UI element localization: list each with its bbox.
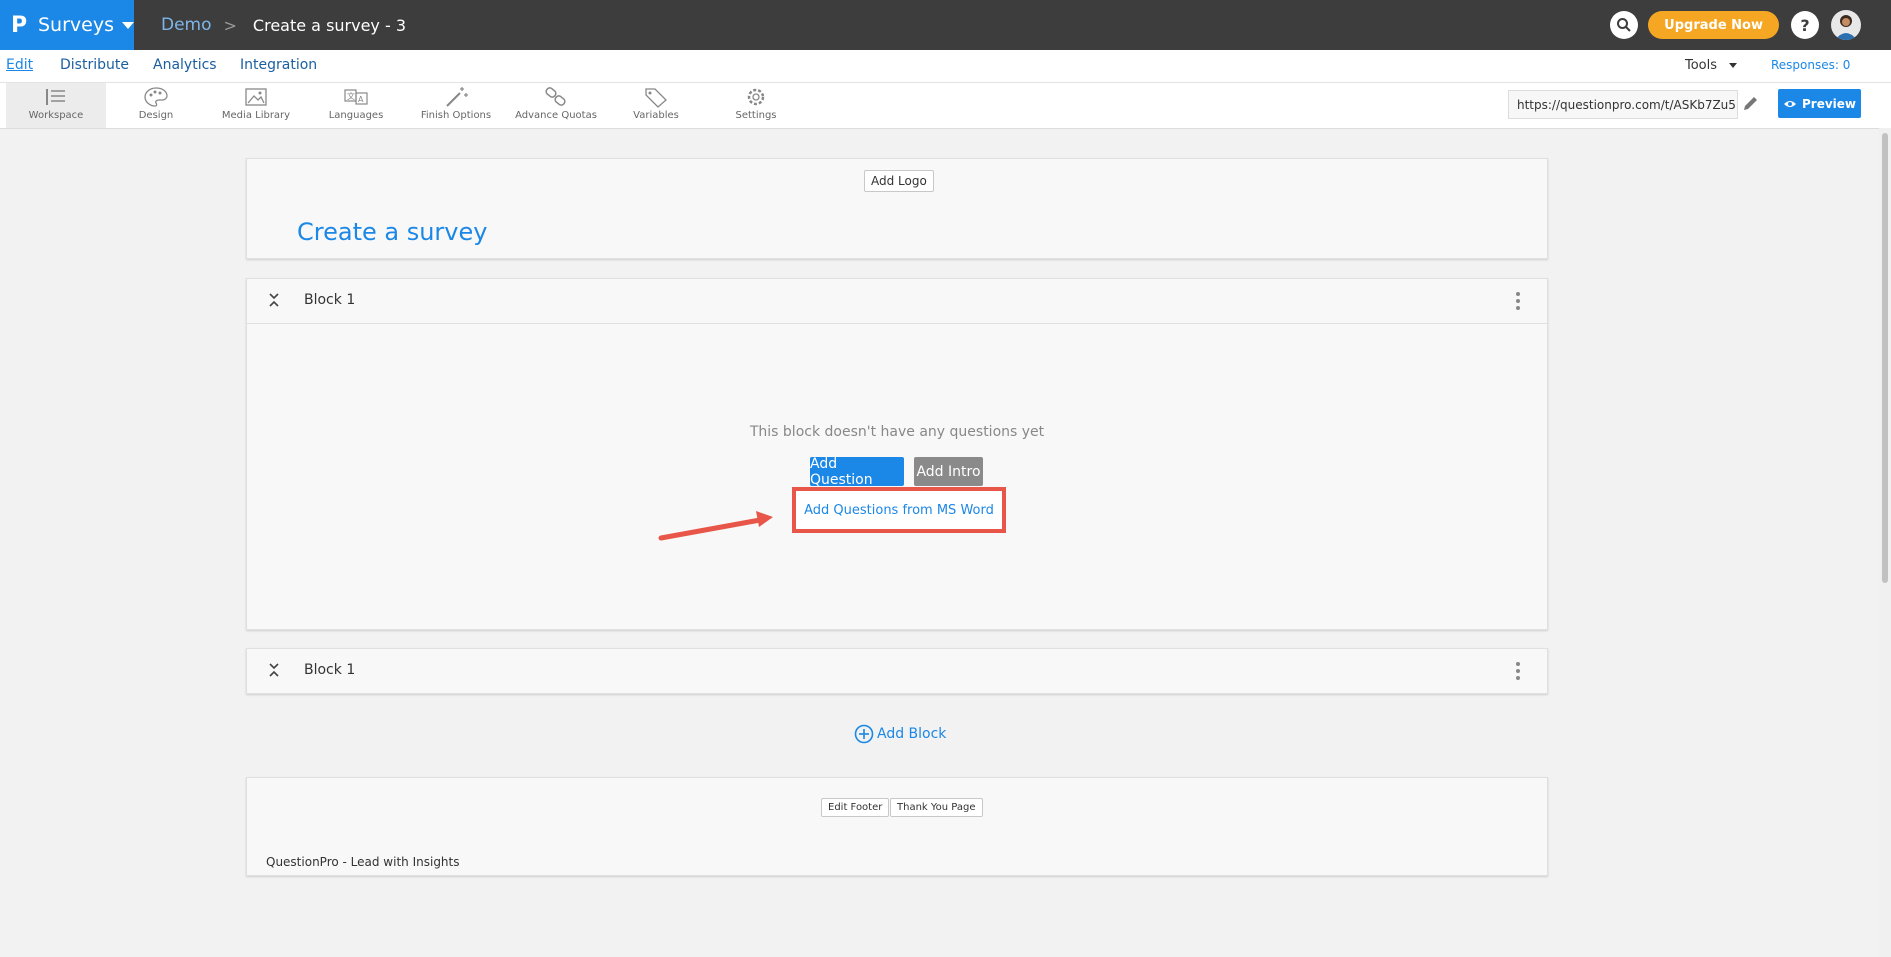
caret-down-icon [1729, 63, 1738, 68]
thank-you-page-button[interactable]: Thank You Page [890, 798, 983, 817]
search-icon [1617, 18, 1631, 32]
caret-down-icon [122, 21, 134, 29]
block-card: Block 1 This block doesn't have any ques… [246, 278, 1548, 630]
link-icon [545, 87, 566, 106]
toolbar-advance-quotas[interactable]: Advance Quotas [506, 83, 606, 128]
survey-url-field[interactable]: https://questionpro.com/t/ASKb7Zu5 [1508, 90, 1738, 119]
add-intro-button[interactable]: Add Intro [914, 457, 983, 486]
breadcrumb: Demo > Create a survey - 3 [161, 0, 406, 50]
help-button[interactable]: ? [1791, 11, 1819, 39]
tools-label: Tools [1685, 58, 1718, 73]
magic-wand-icon [446, 87, 468, 107]
palette-icon [144, 87, 168, 107]
questionpro-logo: P [10, 12, 28, 38]
product-switcher[interactable]: P Surveys [0, 0, 134, 50]
toolbar-workspace[interactable]: Workspace [6, 83, 106, 128]
search-button[interactable] [1610, 11, 1639, 39]
block-header[interactable]: Block 1 [247, 279, 1547, 324]
add-block-button[interactable]: Add Block [854, 724, 946, 744]
breadcrumb-home[interactable]: Demo [161, 15, 212, 35]
annotation-arrow-icon [658, 511, 773, 541]
image-icon [245, 88, 267, 106]
top-bar: P Surveys Demo > Create a survey - 3 Upg… [0, 0, 1891, 50]
toolbar-design[interactable]: Design [106, 83, 206, 128]
preview-button[interactable]: Preview [1778, 89, 1861, 118]
toolbar-label: Advance Quotas [515, 110, 597, 121]
svg-text:A: A [358, 95, 364, 104]
page-scrollbar[interactable] [1879, 128, 1891, 957]
block-header[interactable]: Block 1 [247, 649, 1547, 693]
collapse-icon[interactable] [267, 661, 281, 679]
more-options-icon[interactable] [1515, 661, 1521, 681]
plus-circle-icon [854, 724, 874, 744]
add-block-label: Add Block [877, 726, 947, 742]
toolbar-label: Workspace [28, 110, 84, 121]
toolbar-label: Media Library [221, 110, 291, 121]
tab-edit[interactable]: Edit [6, 57, 33, 73]
user-avatar-icon [1835, 15, 1857, 40]
toolbar-languages[interactable]: 文 A Languages [306, 83, 406, 128]
scrollbar-thumb[interactable] [1882, 133, 1888, 583]
workspace-icon [46, 89, 65, 105]
tag-icon [645, 88, 667, 108]
survey-name: Create a survey - 3 [252, 15, 407, 35]
preview-label: Preview [1801, 96, 1856, 111]
add-questions-from-ms-word-button[interactable]: Add Questions from MS Word [792, 487, 1006, 533]
survey-footer-card: Edit Footer Thank You Page QuestionPro -… [246, 777, 1548, 876]
toolbar-finish-options[interactable]: Finish Options [406, 83, 506, 128]
block-name: Block 1 [304, 292, 356, 308]
toolbar-settings[interactable]: Settings [706, 83, 806, 128]
toolbar-label: Finish Options [420, 110, 492, 121]
eye-icon [1783, 100, 1796, 107]
footer-text: QuestionPro - Lead with Insights [266, 855, 460, 869]
toolbar-label: Languages [328, 110, 384, 121]
svg-text:文: 文 [347, 91, 355, 101]
tools-dropdown[interactable]: Tools [1685, 58, 1738, 73]
breadcrumb-separator: > [223, 15, 237, 35]
pencil-icon[interactable] [1741, 93, 1761, 113]
edit-footer-button[interactable]: Edit Footer [821, 798, 890, 817]
gear-icon [747, 88, 765, 106]
survey-title[interactable]: Create a survey [297, 218, 487, 246]
secondary-nav: Edit Distribute Analytics Integration To… [0, 50, 1891, 83]
toolbar-variables[interactable]: Variables [606, 83, 706, 128]
toolbar-media-library[interactable]: Media Library [206, 83, 306, 128]
toolbar-label: Variables [633, 110, 679, 121]
add-question-button[interactable]: Add Question [810, 456, 904, 488]
tab-distribute[interactable]: Distribute [60, 57, 129, 73]
collapse-icon[interactable] [267, 291, 281, 309]
block-name: Block 1 [304, 662, 356, 678]
add-logo-button[interactable]: Add Logo [864, 170, 934, 192]
avatar[interactable] [1831, 10, 1861, 40]
responses-link[interactable]: Responses: 0 [1771, 58, 1850, 72]
survey-header-card: Add Logo Create a survey [246, 158, 1548, 259]
more-options-icon[interactable] [1515, 291, 1521, 311]
block-card-collapsed: Block 1 [246, 648, 1548, 694]
top-actions: Upgrade Now ? [1610, 0, 1891, 50]
toolbar-label: Design [138, 110, 174, 121]
languages-icon: 文 A [344, 89, 368, 105]
empty-block-message: This block doesn't have any questions ye… [749, 424, 1045, 440]
upgrade-button[interactable]: Upgrade Now [1648, 11, 1779, 39]
tab-analytics[interactable]: Analytics [153, 57, 217, 73]
toolbar-label: Settings [735, 110, 777, 121]
product-name: Surveys [38, 14, 114, 36]
tab-integration[interactable]: Integration [240, 57, 317, 73]
